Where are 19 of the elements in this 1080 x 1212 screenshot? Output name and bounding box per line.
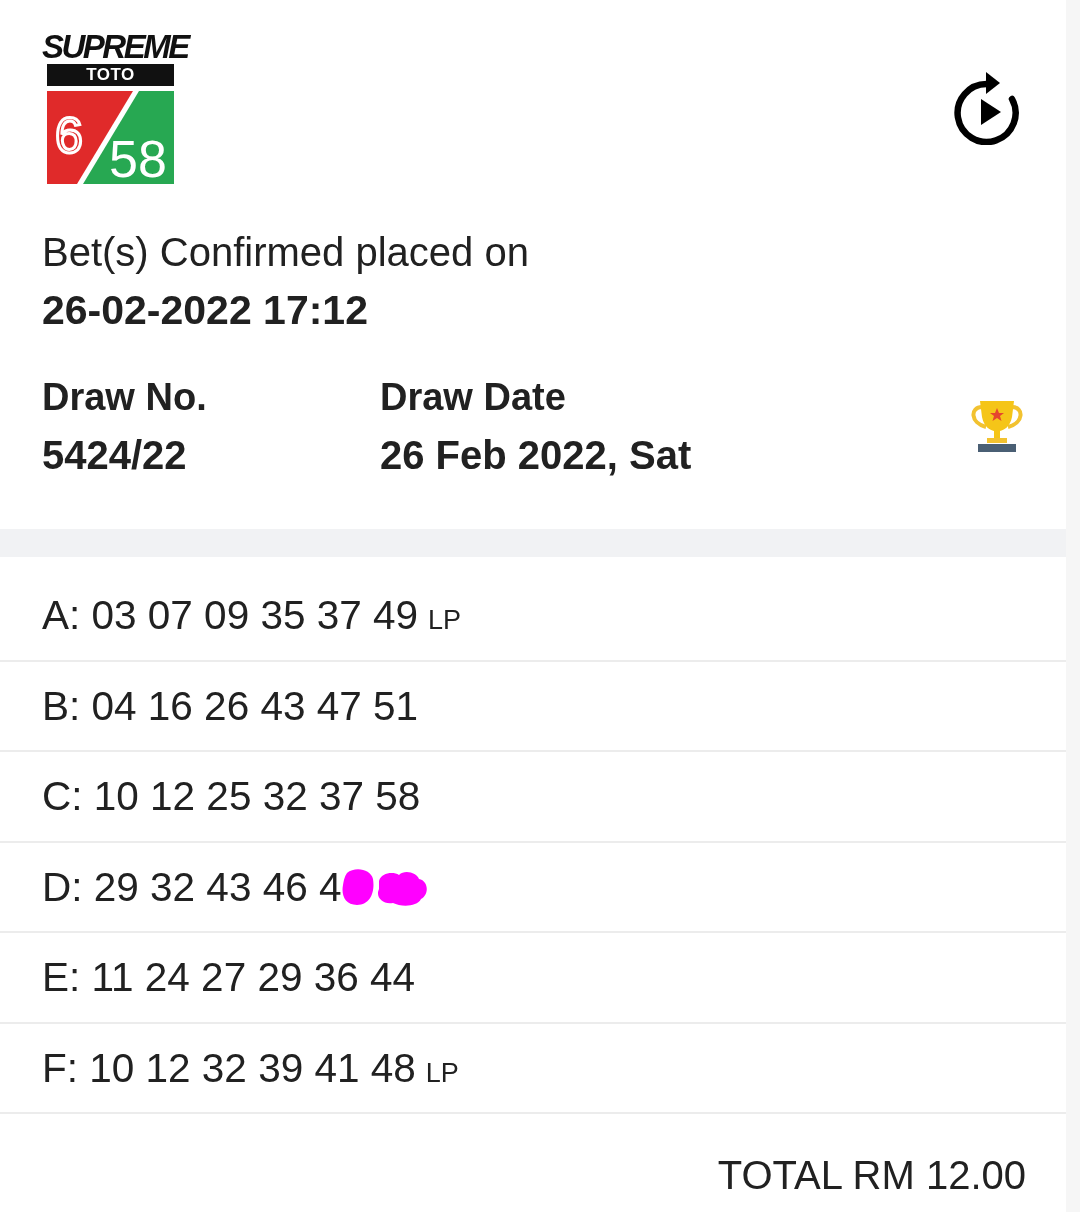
lp-tag: LP [425, 1057, 459, 1088]
bet-numbers: D: 29 32 43 46 4 [42, 863, 342, 910]
draw-label: Draw Date [380, 375, 567, 419]
bet-numbers: B: 04 16 26 43 47 51 [42, 682, 419, 729]
bet-numbers: A: 03 07 09 35 37 49 [42, 592, 419, 639]
draw-value: 26 Feb 2022, Sat [380, 433, 693, 477]
confirmation-datetime: 26-02-2022 17:12 [42, 288, 369, 332]
bet-numbers: E: 11 24 27 29 36 44 [42, 954, 416, 1001]
logo-label: TOTO [47, 64, 174, 86]
lp-tag: LP [428, 605, 462, 636]
logo-number: 58 [109, 130, 167, 184]
bet-numbers: C: 10 12 25 32 37 58 [42, 773, 421, 820]
draw-label: Draw No. [42, 375, 208, 419]
total-amount: TOTAL RM 12.00 [717, 1152, 1026, 1198]
logo-wordmark: SUPREME [42, 30, 191, 64]
bet-numbers: F: 10 12 32 39 41 48 [42, 1044, 416, 1091]
logo-number: 6 [55, 108, 83, 164]
draw-value: 5424/22 [42, 433, 188, 477]
confirmation-text: Bet(s) Confirmed placed on [42, 230, 530, 274]
